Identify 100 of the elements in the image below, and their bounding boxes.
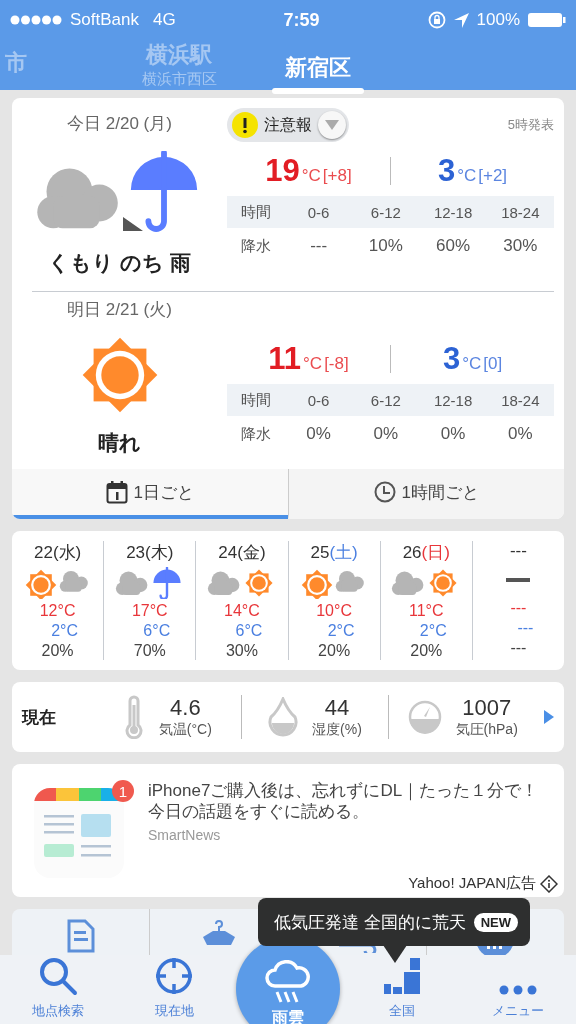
table-header: 12-18 (419, 196, 487, 228)
forecast-date: 今日 2/20 (月) (67, 113, 172, 135)
low-temperature: 6°C (142, 622, 171, 640)
table-cell-text: 0% (372, 423, 400, 445)
low-temperature: 2°C (50, 622, 78, 640)
weather-label: 晴れ (98, 430, 141, 456)
reading-value: 1007 (462, 695, 512, 721)
network-type: 4G (153, 10, 176, 30)
high-temperature: 19 (265, 153, 300, 189)
nav-button[interactable]: 現在地 (116, 955, 232, 1024)
issued-time: 5時発表 (507, 116, 554, 134)
precipitation: --- (510, 639, 527, 657)
temperature-change: [+2] (478, 166, 508, 186)
row-label: 降水 (240, 235, 272, 256)
document-icon (66, 919, 95, 953)
table-header: 0-6 (285, 196, 353, 228)
day-date: 23(木) (126, 542, 174, 564)
nav-button[interactable]: 地点検索 (0, 955, 116, 1024)
info-icon[interactable] (540, 874, 558, 893)
low-temperature: 3 (437, 153, 456, 189)
table-header: 時間 (227, 384, 285, 416)
rotation-lock-icon (427, 11, 446, 29)
reading-label: 気圧(hPa) (455, 721, 518, 739)
reading-label: 湿度(%) (312, 721, 362, 739)
search-icon (38, 956, 78, 996)
table-cell-text: 30% (502, 235, 539, 257)
precipitation: 20% (318, 642, 351, 660)
low-temperature: 6°C (234, 622, 263, 640)
table-cell-text: 60% (435, 235, 472, 257)
high-temperature: 10°C (316, 602, 352, 620)
high-temperature: 14°C (224, 602, 260, 620)
battery-percent: 100% (476, 10, 520, 30)
table-cell-text: 0% (439, 423, 467, 445)
map-icon (382, 956, 422, 996)
more-icon (498, 984, 538, 996)
table-cell-text: --- (309, 235, 329, 257)
ad-sponsor: Yahoo! JAPAN広告 (408, 874, 536, 893)
view-tab[interactable]: 1日ごと (12, 469, 288, 519)
dropdown-icon (325, 120, 339, 130)
table-header: 12-18 (419, 384, 487, 416)
current-label: 現在 (22, 706, 57, 729)
table-header: 18-24 (486, 196, 554, 228)
notification-badge: 1 (112, 780, 134, 802)
high-temperature: 11°C (409, 602, 444, 620)
high-temperature: 17°C (131, 602, 168, 620)
tooltip-text: 低気圧発達 全国的に荒天 (274, 911, 466, 934)
low-temperature: 2°C (326, 622, 355, 640)
precipitation: 70% (133, 642, 166, 660)
row-label: 降水 (240, 423, 272, 444)
crosshair-icon (154, 956, 194, 996)
alert-button[interactable]: 注意報 (227, 108, 349, 142)
next-arrow-icon[interactable] (544, 710, 554, 724)
table-cell-text: 0% (507, 423, 534, 445)
location-tab[interactable]: 新宿区 (272, 46, 364, 94)
signal-icon (10, 15, 62, 25)
high-temperature: 11 (268, 341, 302, 377)
precipitation: 20% (41, 642, 74, 660)
calendar-icon (105, 480, 128, 504)
battery-icon (528, 12, 566, 28)
carrier: SoftBank (70, 10, 139, 30)
location-arrow-icon (453, 12, 469, 28)
reading-value: 44 (324, 695, 350, 721)
tooltip-pointer-icon (383, 945, 407, 963)
nav-button[interactable]: メニュー (460, 955, 576, 1024)
low-temperature: 2°C (418, 622, 447, 640)
high-temperature: 12°C (39, 602, 76, 620)
reading-value: 4.6 (170, 695, 201, 721)
temperature-change: [0] (483, 354, 503, 374)
table-cell-text: 0% (305, 423, 332, 445)
table-header: 18-24 (486, 384, 554, 416)
day-date: 26(日) (402, 542, 450, 564)
day-date: 22(水) (33, 542, 82, 564)
low-temperature: 3 (442, 341, 461, 377)
clock-icon (373, 481, 396, 503)
drop-icon (268, 697, 299, 737)
day-date: 24(金) (218, 542, 266, 564)
table-header: 0-6 (285, 384, 353, 416)
temperature-unit: °C (303, 354, 323, 374)
gauge-icon (407, 700, 442, 734)
temperature-unit: °C (301, 166, 321, 186)
table-header: 6-12 (352, 196, 420, 228)
weather-label: くもり のち 雨 (48, 250, 191, 276)
precipitation: 30% (225, 642, 258, 660)
low-temperature: --- (516, 619, 534, 637)
temperature-change: [+8] (322, 166, 352, 186)
ad-source: SmartNews (148, 826, 222, 843)
day-date: 25(土) (310, 542, 358, 564)
warning-icon (232, 112, 258, 138)
nav-button[interactable]: 全国 (344, 955, 460, 1024)
dash-icon (506, 578, 531, 582)
clock: 7:59 (283, 9, 320, 30)
precipitation: 20% (410, 642, 443, 660)
ad-card[interactable]: 1 iPhone7ご購入後は、忘れずにDL｜たった１分で！今日の話題をすぐに読める。 SmartNews Yahoo! JAPAN広告 (12, 764, 564, 897)
high-temperature: --- (510, 599, 527, 617)
table-header: 時間 (227, 196, 285, 228)
table-header: 6-12 (352, 384, 420, 416)
temperature-unit: °C (462, 354, 482, 374)
forecast-date: 明日 2/21 (火) (67, 299, 172, 321)
temperature-unit: °C (457, 166, 477, 186)
temperature-change: [-8] (324, 354, 349, 374)
